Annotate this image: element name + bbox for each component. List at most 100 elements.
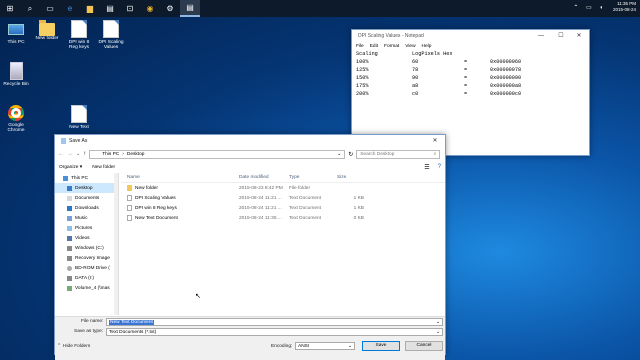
- edge-icon[interactable]: e: [60, 0, 80, 17]
- savetype-select[interactable]: Text Documents (*.txt) ⌄: [106, 328, 443, 336]
- new-folder-button[interactable]: New folder: [92, 165, 115, 170]
- desktop-icon-chrome[interactable]: Google Chrome: [1, 105, 31, 133]
- notepad-row: 125% 78 = 0x00000078: [356, 67, 522, 73]
- refresh-icon[interactable]: ↻: [348, 151, 353, 158]
- text-file-icon: [127, 205, 132, 211]
- mouse-cursor: ↖: [195, 293, 201, 300]
- forward-arrow-icon[interactable]: →: [67, 151, 73, 157]
- tree-item-videos[interactable]: Videos: [55, 233, 118, 243]
- text-file-icon: [71, 20, 87, 38]
- tree-item-desktop[interactable]: Desktop: [55, 183, 118, 193]
- savetype-value: Text Documents (*.txt): [109, 329, 157, 335]
- view-options-icon[interactable]: ☰: [424, 164, 429, 171]
- desktop-icon-this-pc[interactable]: This PC: [1, 20, 31, 45]
- tree-item-pictures[interactable]: Pictures: [55, 223, 118, 233]
- hide-folders-label: Hide Folders: [63, 344, 91, 349]
- notepad-taskbar-icon[interactable]: ▤: [180, 0, 200, 17]
- menu-view[interactable]: View: [405, 44, 415, 49]
- start-icon[interactable]: ⊞: [0, 0, 20, 17]
- help-icon[interactable]: ?: [438, 164, 441, 170]
- tree-item-volume4[interactable]: Volume_4 (\\nas: [55, 283, 118, 293]
- tree-item-this-pc[interactable]: This PC: [55, 173, 118, 183]
- media-icon[interactable]: ⊡: [120, 0, 140, 17]
- desktop-icon-new-folder[interactable]: New folder: [32, 20, 62, 41]
- drive-icon: [67, 255, 72, 261]
- recent-chevron-icon[interactable]: ⌄: [76, 151, 80, 157]
- column-type[interactable]: Type: [286, 175, 334, 180]
- tree-item-music[interactable]: Music: [55, 213, 118, 223]
- chevron-down-icon[interactable]: ⌄: [337, 152, 341, 157]
- maximize-button[interactable]: ☐: [553, 31, 569, 41]
- file-row[interactable]: DPI Scaling Values 2015-08-24 11:21 ... T…: [121, 193, 445, 203]
- menu-file[interactable]: File: [356, 44, 364, 49]
- chrome-icon[interactable]: ◉: [140, 0, 160, 17]
- desktop-icon-label: DPI Scaling Values: [98, 40, 124, 50]
- encoding-value: ANSI: [298, 343, 310, 349]
- task-view-icon[interactable]: ▭: [40, 0, 60, 17]
- menu-format[interactable]: Format: [384, 44, 399, 49]
- back-arrow-icon[interactable]: ←: [58, 151, 64, 157]
- explorer-icon[interactable]: ▆: [80, 0, 100, 17]
- tree-item-documents[interactable]: Documents: [55, 193, 118, 203]
- desktop-icon-dpi-scaling[interactable]: DPI Scaling Values: [96, 20, 126, 50]
- notepad-title: DPI Scaling Values - Notepad: [358, 33, 424, 39]
- file-row[interactable]: DPI win 8 Reg keys 2015-08-24 11:21 ... T…: [121, 203, 445, 213]
- notepad-row: 175% a8 = 0x000000a8: [356, 83, 522, 89]
- breadcrumb-item[interactable]: Desktop: [127, 152, 145, 157]
- tree-item-recovery[interactable]: Recovery Image: [55, 253, 118, 263]
- menu-help[interactable]: Help: [422, 44, 432, 49]
- chevron-down-icon: ⌄: [347, 343, 352, 349]
- column-size[interactable]: Size: [334, 175, 364, 180]
- settings-icon[interactable]: ⚙: [160, 0, 180, 17]
- save-as-title: Save As: [69, 138, 88, 144]
- up-arrow-icon[interactable]: ↑: [83, 151, 86, 157]
- breadcrumb-item[interactable]: This PC: [102, 152, 119, 157]
- notepad-text-area[interactable]: Scaling LogPixels Hex 100% 60 = 0x00000060 …: [352, 50, 589, 100]
- tree-item-data[interactable]: DATA (I:): [55, 273, 118, 283]
- desktop-icon-recycle-bin[interactable]: Recycle Bin: [1, 62, 31, 87]
- tree-scrollbar[interactable]: [114, 173, 118, 315]
- close-button[interactable]: ✕: [571, 31, 587, 41]
- dialog-footer: File name: New Text Document ⌄ Save as t…: [55, 316, 445, 360]
- command-bar: Organize ▾ New folder ☰ ?: [55, 161, 445, 173]
- store-icon[interactable]: ▤: [100, 0, 120, 17]
- tree-item-downloads[interactable]: Downloads: [55, 203, 118, 213]
- notepad-row: 150% 90 = 0x00000090: [356, 75, 522, 81]
- desktop-icon-dpi-reg-keys[interactable]: DPI win 8 Reg keys: [64, 20, 94, 50]
- encoding-select[interactable]: ANSI ⌄: [295, 342, 355, 350]
- notepad-header-row: Scaling LogPixels Hex: [356, 51, 585, 59]
- search-input[interactable]: Search Desktop ⌕: [356, 149, 441, 159]
- desktop-icon-label: Recycle Bin: [3, 82, 29, 87]
- minimize-button[interactable]: —: [533, 31, 549, 41]
- tray-icons[interactable]: ⌃ ▭ ◖: [573, 4, 606, 11]
- clock[interactable]: 11:35 PM 2015-08-24: [613, 1, 636, 13]
- save-as-dialog: Save As ✕ ← → ⌄ ↑ This PC › Desktop ⌄ ↻ …: [54, 134, 446, 360]
- column-name[interactable]: Name: [121, 175, 236, 180]
- menu-edit[interactable]: Edit: [370, 44, 378, 49]
- organize-button[interactable]: Organize ▾: [59, 165, 82, 170]
- desktop-icon-new-text[interactable]: New Text: [64, 105, 94, 130]
- hide-folders-toggle[interactable]: ⌃ Hide Folders: [57, 344, 90, 349]
- save-as-titlebar[interactable]: Save As: [55, 135, 445, 147]
- chevron-down-icon[interactable]: ⌄: [436, 320, 440, 325]
- header-scaling: Scaling: [356, 51, 378, 57]
- tree-item-windows-c[interactable]: Windows (C:): [55, 243, 118, 253]
- file-row[interactable]: New folder 2015-08-23 8:42 PM File folder: [121, 183, 445, 193]
- chevron-down-icon: ⌄: [435, 329, 440, 335]
- desktop-icon-label: New Text: [69, 125, 89, 130]
- address-bar[interactable]: This PC › Desktop ⌄: [89, 149, 346, 159]
- file-row[interactable]: New Text Document 2015-08-24 11:35 ... Te…: [121, 213, 445, 223]
- close-button[interactable]: ✕: [427, 136, 443, 146]
- documents-icon: [67, 195, 72, 201]
- recycle-bin-icon: [9, 62, 23, 80]
- column-date[interactable]: Date modified: [236, 175, 286, 180]
- cancel-button[interactable]: Cancel: [405, 341, 443, 351]
- desktop-icon-label: New folder: [35, 36, 59, 41]
- desktop-icon-label: DPI win 8 Reg keys: [68, 40, 90, 50]
- save-button[interactable]: Save: [362, 341, 400, 351]
- header-logpixels: LogPixels Hex: [412, 51, 453, 57]
- filename-input[interactable]: New Text Document ⌄: [106, 318, 443, 326]
- search-icon[interactable]: ⌕: [20, 0, 40, 17]
- text-file-icon: [103, 20, 119, 38]
- tree-item-bd-rom[interactable]: BD-ROM Drive (: [55, 263, 118, 273]
